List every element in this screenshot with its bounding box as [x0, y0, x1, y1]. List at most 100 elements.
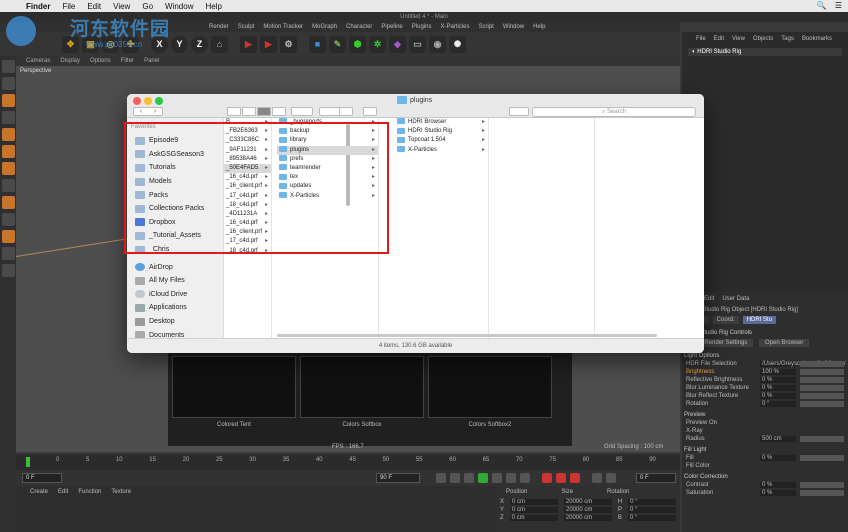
menu-help[interactable]: Help [205, 2, 221, 11]
coords-rotation-field[interactable]: 0 ° [628, 507, 676, 513]
attr-value-field[interactable]: 500 cm [760, 436, 796, 442]
go-to-end-icon[interactable] [520, 473, 530, 483]
minimize-window-button[interactable] [144, 97, 152, 105]
attr-value-field[interactable]: 0 ° [760, 401, 796, 407]
cover-flow-button[interactable] [272, 107, 286, 116]
back-button[interactable]: ‹ [134, 108, 148, 115]
cube-object-icon[interactable]: ■ [309, 35, 326, 53]
next-key-icon[interactable] [506, 473, 516, 483]
material-swatch[interactable] [172, 356, 296, 418]
render-settings-icon[interactable]: ⚙ [280, 35, 297, 53]
menu-window[interactable]: Window [165, 2, 193, 11]
key-position-icon[interactable] [592, 473, 602, 483]
attr-menu-edit[interactable]: Edit [704, 296, 714, 302]
c4d-menu-motion-tracker[interactable]: Motion Tracker [263, 24, 303, 30]
attr-slider[interactable] [800, 361, 844, 367]
sidebar-item[interactable]: iCloud Drive [127, 288, 223, 302]
c4d-menu-render[interactable]: Render [209, 24, 229, 30]
menu-file[interactable]: File [62, 2, 75, 11]
c4d-menu-sculpt[interactable]: Sculpt [238, 24, 255, 30]
om-menu-edit[interactable]: Edit [714, 36, 724, 42]
paint-icon[interactable] [1, 230, 15, 243]
next-frame-icon[interactable] [492, 473, 502, 483]
attr-slider[interactable] [800, 455, 844, 461]
coords-rotation-field[interactable]: 0 ° [627, 515, 677, 521]
object-list-item[interactable]: ◐ HDRI Studio Rig [688, 48, 842, 56]
c4d-menu-window[interactable]: Window [503, 24, 524, 30]
menu-view[interactable]: View [113, 2, 130, 11]
make-editable-icon[interactable] [1, 60, 15, 73]
c4d-menu-script[interactable]: Script [478, 24, 493, 30]
sidebar-item[interactable]: Applications [127, 301, 223, 315]
coords-position-field[interactable]: 0 cm [509, 515, 558, 521]
auto-key-icon[interactable] [556, 473, 566, 483]
dropbox-toolbar-button[interactable] [509, 107, 529, 116]
play-icon[interactable] [478, 473, 488, 483]
attr-value-field[interactable]: 100 % [760, 369, 796, 375]
render-view-icon[interactable]: ▶ [240, 35, 257, 53]
previous-key-icon[interactable] [450, 473, 460, 483]
mat-menu-edit[interactable]: Edit [58, 489, 68, 495]
viewport-menu-panel[interactable]: Panel [144, 58, 159, 64]
attr-slider[interactable] [800, 436, 844, 442]
column-item[interactable]: X-Particles ▸ [395, 145, 488, 155]
frame-current-field[interactable]: 0 F [636, 473, 676, 483]
light-icon[interactable]: ✺ [449, 35, 466, 53]
material-swatch[interactable] [300, 356, 424, 418]
coords-size-field[interactable]: 20000 cm [563, 515, 612, 521]
edges-mode-icon[interactable] [1, 145, 15, 158]
c4d-menu-character[interactable]: Character [346, 24, 372, 30]
go-to-start-icon[interactable] [436, 473, 446, 483]
c4d-menu-help[interactable]: Help [533, 24, 545, 30]
attr-value-field[interactable]: 0 % [760, 377, 796, 383]
scene-floor-icon[interactable]: ▭ [409, 35, 426, 53]
attr-slider[interactable] [800, 490, 844, 496]
mat-menu-function[interactable]: Function [78, 489, 101, 495]
menu-edit[interactable]: Edit [87, 2, 101, 11]
texture-mode-icon[interactable] [1, 94, 15, 107]
attr-slider[interactable] [800, 369, 844, 375]
attr-slider[interactable] [800, 385, 844, 391]
model-mode-icon[interactable] [1, 77, 15, 90]
tab-coord[interactable]: Coord. [712, 316, 739, 324]
om-menu-view[interactable]: View [732, 36, 745, 42]
workplane-icon[interactable] [1, 111, 15, 124]
previous-frame-icon[interactable] [464, 473, 474, 483]
finder-titlebar[interactable]: plugins ‹ › ⌕ Search [127, 94, 704, 118]
share-button[interactable] [339, 107, 353, 116]
coords-size-field[interactable]: 20000 cm [563, 499, 612, 505]
attr-slider[interactable] [800, 393, 844, 399]
attr-value-field[interactable]: 0 % [760, 455, 796, 461]
c4d-menu-x-particles[interactable]: X-Particles [440, 24, 469, 30]
camera-icon[interactable]: ◉ [429, 35, 446, 53]
axis-mode-icon[interactable] [1, 179, 15, 192]
om-menu-tags[interactable]: Tags [781, 36, 794, 42]
viewport-menu-cameras[interactable]: Cameras [26, 58, 50, 64]
sidebar-item[interactable]: AirDrop [127, 260, 223, 274]
deformer-icon[interactable]: ◆ [389, 35, 406, 53]
open-browser-button[interactable]: Open Browser [759, 339, 810, 347]
attr-menu-user-data[interactable]: User Data [722, 296, 749, 302]
sculpt-icon[interactable] [1, 247, 15, 260]
attr-value-field[interactable]: 0 % [760, 482, 796, 488]
action-gear-button[interactable] [319, 107, 341, 116]
snap-icon[interactable] [1, 196, 15, 209]
coords-rotation-field[interactable]: 0 ° [628, 499, 676, 505]
tab-hdri-studio[interactable]: HDRI Stu [742, 316, 777, 324]
attr-value-field[interactable]: 0 % [760, 385, 796, 391]
subdivision-icon[interactable]: ⬢ [349, 35, 366, 53]
viewport-menu-options[interactable]: Options [90, 58, 111, 64]
material-swatch[interactable] [428, 356, 552, 418]
c4d-menu-mograph[interactable]: MoGraph [312, 24, 337, 30]
horizontal-scrollbar[interactable] [277, 334, 657, 337]
coords-position-field[interactable]: 0 cm [510, 507, 558, 513]
tags-button[interactable] [363, 107, 377, 116]
c4d-menu-plugins[interactable]: Plugins [412, 24, 432, 30]
attr-value-field[interactable]: /Users/Greyscalegorilla/Library/ [760, 361, 846, 367]
notification-icon[interactable]: ☰ [835, 1, 842, 10]
mat-menu-create[interactable]: Create [30, 489, 48, 495]
sidebar-item[interactable]: All My Files [127, 274, 223, 288]
c4d-menu-pipeline[interactable]: Pipeline [381, 24, 402, 30]
array-icon[interactable]: ✲ [369, 35, 386, 53]
zoom-window-button[interactable] [155, 97, 163, 105]
